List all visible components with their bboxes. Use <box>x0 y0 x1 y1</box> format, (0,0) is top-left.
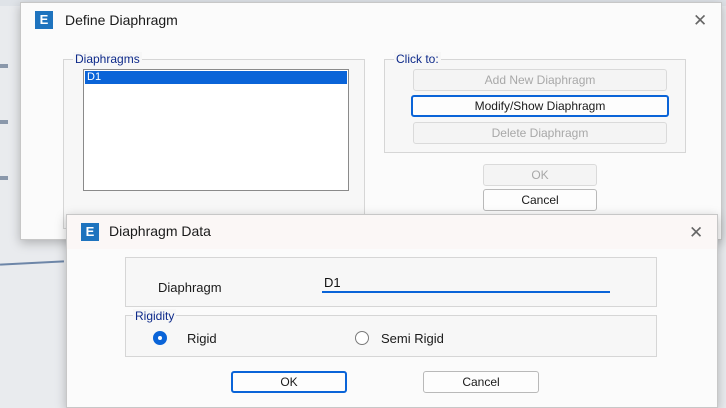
semi-rigid-radio[interactable] <box>355 331 369 345</box>
dialog-title: Diaphragm Data <box>109 223 211 239</box>
list-item[interactable]: D1 <box>85 71 347 84</box>
click-to-group-label: Click to: <box>394 52 441 66</box>
define-diaphragm-titlebar[interactable]: E Define Diaphragm ✕ <box>21 3 721 37</box>
cancel-button[interactable]: Cancel <box>423 371 539 393</box>
diaphragm-label: Diaphragm <box>158 280 222 295</box>
close-icon[interactable]: ✕ <box>693 11 707 31</box>
background-axis-mark <box>0 64 8 68</box>
cancel-button[interactable]: Cancel <box>483 189 597 211</box>
close-icon[interactable]: ✕ <box>689 223 703 243</box>
background-axis-mark <box>0 176 8 180</box>
rigidity-group-label: Rigidity <box>133 309 177 323</box>
semi-rigid-radio-label: Semi Rigid <box>381 331 444 346</box>
background-model-line <box>0 260 65 266</box>
define-diaphragm-dialog: E Define Diaphragm ✕ Diaphragms D1 Click… <box>20 2 722 240</box>
background-axis-mark <box>0 120 8 124</box>
diaphragm-data-titlebar[interactable]: E Diaphragm Data ✕ <box>67 215 717 249</box>
ok-button[interactable]: OK <box>231 371 347 393</box>
dialog-title: Define Diaphragm <box>65 12 178 28</box>
etabs-app-icon: E <box>81 223 99 241</box>
add-new-diaphragm-button[interactable]: Add New Diaphragm <box>413 69 667 91</box>
etabs-app-icon: E <box>35 11 53 29</box>
delete-diaphragm-button[interactable]: Delete Diaphragm <box>413 122 667 144</box>
rigid-radio[interactable] <box>153 331 167 345</box>
diaphragm-data-dialog: E Diaphragm Data ✕ Diaphragm Rigidity Ri… <box>66 214 718 408</box>
rigid-radio-label: Rigid <box>187 331 217 346</box>
diaphragms-group-label: Diaphragms <box>73 52 142 66</box>
ok-button[interactable]: OK <box>483 164 597 186</box>
diaphragm-name-input[interactable] <box>322 273 610 293</box>
diaphragms-listbox[interactable]: D1 <box>83 69 349 191</box>
modify-show-diaphragm-button[interactable]: Modify/Show Diaphragm <box>411 95 669 117</box>
